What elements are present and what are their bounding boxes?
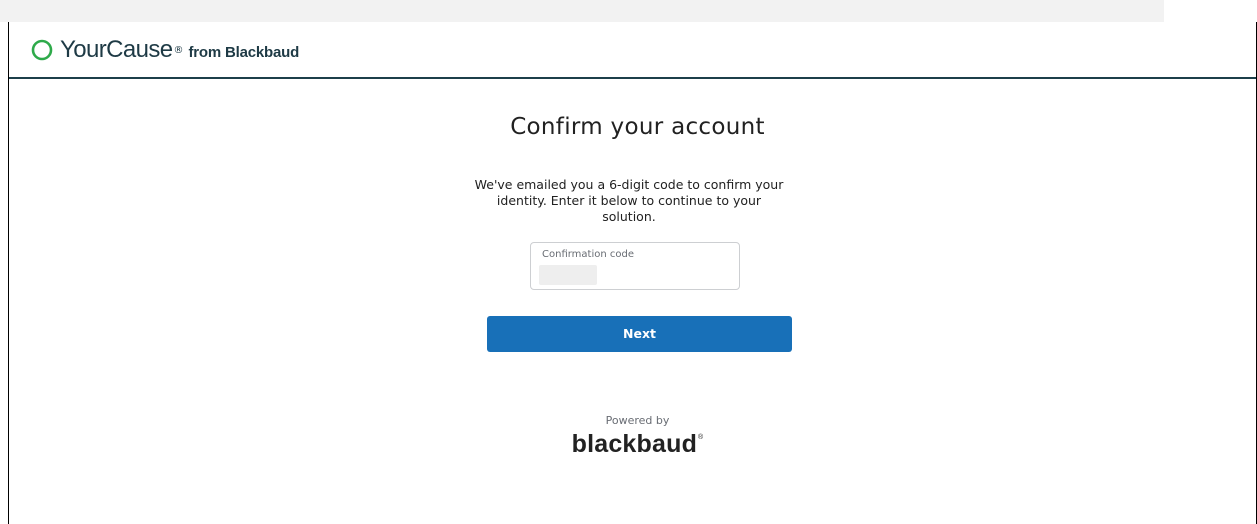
confirmation-code-input[interactable]	[539, 265, 597, 285]
site-header: YourCause ® from Blackbaud	[9, 22, 1256, 79]
blackbaud-logo-text: blackbaud	[571, 430, 698, 458]
yourcause-logo: YourCause ® from Blackbaud	[31, 35, 299, 65]
powered-by-label: Powered by	[605, 414, 670, 427]
next-button[interactable]: Next	[487, 316, 792, 352]
blackbaud-logo: blackbaud®	[9, 430, 1257, 459]
main-content: Confirm your account We've emailed you a…	[9, 79, 1256, 524]
confirmation-code-label: Confirmation code	[542, 249, 634, 260]
ring-logo-icon	[31, 39, 53, 61]
confirmation-code-field[interactable]: Confirmation code	[530, 242, 740, 290]
brand-tagline: from Blackbaud	[188, 43, 300, 61]
browser-top-strip	[0, 0, 1164, 22]
registered-mark: ®	[173, 44, 184, 56]
page-title: Confirm your account	[510, 114, 765, 140]
page-frame: YourCause ® from Blackbaud Confirm your …	[8, 22, 1257, 524]
blackbaud-registered-mark: ®	[698, 434, 704, 441]
page-description: We've emailed you a 6-digit code to conf…	[474, 177, 784, 224]
brand-name: YourCause	[60, 36, 173, 63]
